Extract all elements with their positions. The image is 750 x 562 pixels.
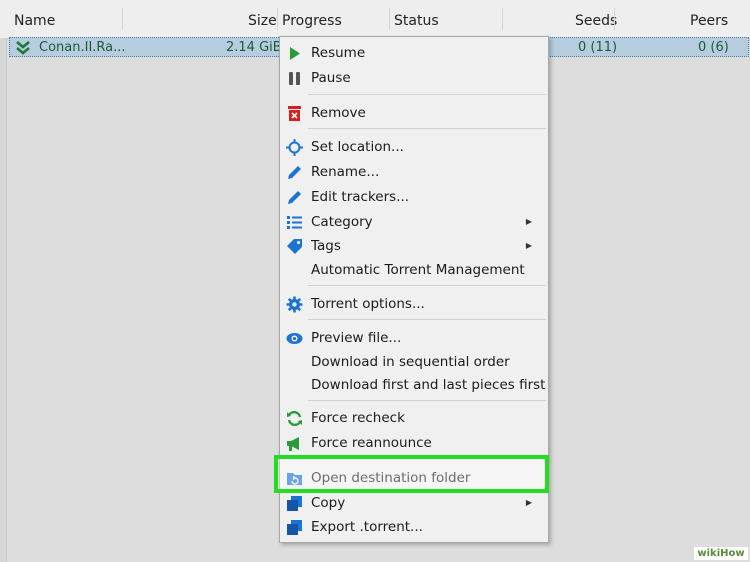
menu-item-remove[interactable]: Remove: [280, 101, 548, 125]
menu-item-label: Force recheck: [311, 410, 405, 426]
menu-item-first-last-pieces[interactable]: Download first and last pieces first: [280, 373, 548, 397]
menu-item-label: Automatic Torrent Management: [311, 262, 525, 278]
menu-item-edit-trackers[interactable]: Edit trackers...: [280, 185, 548, 209]
menu-item-sequential-download[interactable]: Download in sequential order: [280, 350, 548, 374]
crosshair-icon: [286, 139, 303, 156]
menu-item-tags[interactable]: Tags ▶: [280, 234, 548, 258]
menu-item-label: Set location...: [311, 139, 404, 155]
megaphone-icon: [287, 437, 299, 451]
menu-separator: [308, 319, 546, 320]
menu-item-label: Copy: [311, 495, 346, 511]
menu-item-label: Edit trackers...: [311, 189, 410, 205]
column-header: Name Size Progress Status Seeds Peers: [0, 0, 750, 39]
refresh-icon: [287, 410, 302, 427]
menu-item-export-torrent[interactable]: Export .torrent...: [280, 515, 548, 539]
menu-item-label: Preview file...: [311, 330, 402, 346]
play-icon: [290, 47, 300, 60]
menu-separator: [308, 400, 546, 401]
pause-icon: [289, 72, 300, 85]
menu-item-torrent-options[interactable]: Torrent options...: [280, 292, 548, 316]
column-name[interactable]: Name: [14, 0, 55, 38]
menu-item-label: Pause: [311, 70, 351, 86]
menu-item-pause[interactable]: Pause: [280, 66, 548, 90]
column-divider: [122, 8, 123, 30]
menu-item-label: Download first and last pieces first: [311, 377, 546, 393]
menu-item-label: Download in sequential order: [311, 354, 510, 370]
menu-separator: [308, 94, 546, 95]
column-progress[interactable]: Progress: [282, 0, 342, 38]
menu-item-force-reannounce[interactable]: Force reannounce: [280, 431, 548, 455]
menu-item-label: Force reannounce: [311, 435, 432, 451]
list-icon: [287, 216, 302, 229]
left-panel-edge: [0, 38, 7, 562]
menu-separator: [308, 285, 546, 286]
copy-icon: [287, 496, 302, 511]
column-peers[interactable]: Peers: [690, 0, 728, 38]
column-size[interactable]: Size: [248, 0, 277, 38]
column-divider: [502, 8, 503, 30]
menu-item-label: Resume: [311, 45, 366, 61]
menu-item-force-recheck[interactable]: Force recheck: [280, 406, 548, 430]
trash-icon: [288, 106, 301, 121]
eye-icon: [286, 333, 303, 344]
submenu-arrow-icon: ▶: [525, 241, 532, 250]
menu-item-set-location[interactable]: Set location...: [280, 135, 548, 159]
watermark: wikiHow: [694, 547, 748, 560]
menu-item-label: Torrent options...: [311, 296, 425, 312]
menu-item-resume[interactable]: Resume: [280, 41, 548, 65]
menu-item-category[interactable]: Category ▶: [280, 210, 548, 234]
torrent-seeds: 0 (11): [578, 40, 618, 55]
menu-item-label: Category: [311, 214, 373, 230]
column-seeds[interactable]: Seeds: [575, 0, 617, 38]
submenu-arrow-icon: ▶: [525, 217, 532, 226]
export-icon: [287, 520, 302, 535]
column-status[interactable]: Status: [394, 0, 439, 38]
menu-item-preview-file[interactable]: Preview file...: [280, 326, 548, 350]
downloading-icon: [16, 41, 30, 55]
menu-separator: [308, 128, 546, 129]
submenu-arrow-icon: ▶: [525, 498, 532, 507]
torrent-peers: 0 (6): [698, 40, 729, 55]
menu-item-label: Rename...: [311, 164, 380, 180]
column-divider: [389, 8, 390, 30]
menu-item-rename[interactable]: Rename...: [280, 160, 548, 184]
tag-icon: [287, 239, 302, 254]
column-divider: [277, 8, 278, 30]
torrent-name: Conan.II.Ra...: [39, 40, 126, 55]
menu-item-label: Remove: [311, 105, 366, 121]
pencil-icon: [288, 166, 301, 179]
menu-item-label: Export .torrent...: [311, 519, 423, 535]
menu-item-automatic-torrent-management[interactable]: Automatic Torrent Management: [280, 258, 548, 282]
torrent-size: 2.14 GiB: [226, 40, 282, 55]
pencil-icon: [288, 191, 301, 204]
menu-item-label: Tags: [311, 238, 341, 254]
menu-item-copy[interactable]: Copy ▶: [280, 491, 548, 515]
gear-icon: [286, 296, 303, 313]
column-divider: [614, 8, 615, 30]
highlight-box: [274, 455, 549, 493]
